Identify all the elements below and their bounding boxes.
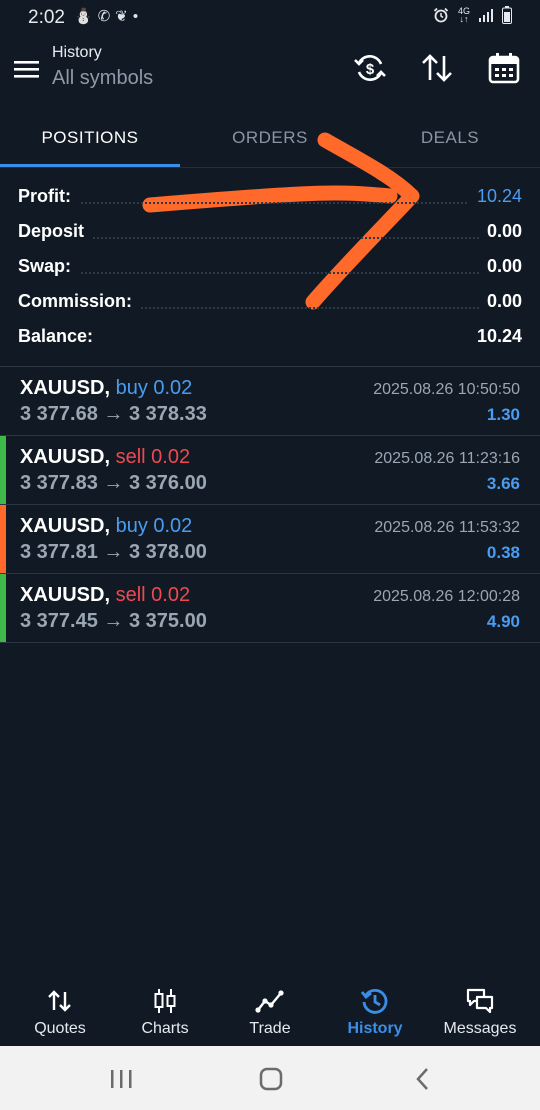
deal-prices: 3 377.81 → 3 378.00 xyxy=(20,541,207,563)
messages-icon xyxy=(466,988,494,1014)
deal-header: XAUUSD, sell 0.02 xyxy=(20,584,190,607)
summary-row-profit: Profit: 10.24 xyxy=(18,180,522,215)
table-row[interactable]: XAUUSD, buy 0.02 3 377.81 → 3 378.00 202… xyxy=(0,504,540,573)
notification-app-icon-2: ❦ xyxy=(115,8,133,25)
dotted-leader xyxy=(18,272,522,274)
commission-label: Commission: xyxy=(18,291,141,312)
back-icon[interactable] xyxy=(402,1064,442,1094)
quotes-icon xyxy=(48,990,71,1012)
deal-prices: 3 377.68 → 3 378.33 xyxy=(20,403,207,425)
nav-label: Messages xyxy=(443,1020,517,1037)
nav-label: Trade xyxy=(249,1020,291,1037)
deal-direction: sell 0.02 xyxy=(115,584,191,606)
summary-row-balance: Balance: 10.24 xyxy=(18,320,522,355)
notification-icons: ⛄✆❦• xyxy=(74,7,143,25)
nav-quotes[interactable]: Quotes xyxy=(6,980,114,1038)
svg-text:$: $ xyxy=(366,61,375,78)
swap-value: 0.00 xyxy=(478,256,522,277)
balance-label: Balance: xyxy=(18,326,102,347)
deal-symbol: XAUUSD, xyxy=(20,446,111,468)
nav-trade[interactable]: Trade xyxy=(216,980,324,1038)
row-marker xyxy=(0,574,6,642)
summary-row-commission: Commission: 0.00 xyxy=(18,285,522,320)
notification-app-icon: ⛄ xyxy=(74,8,98,25)
nav-label: History xyxy=(347,1020,403,1037)
tab-positions[interactable]: POSITIONS xyxy=(0,128,180,148)
deal-symbol: XAUUSD, xyxy=(20,584,111,606)
nav-history[interactable]: History xyxy=(321,980,429,1038)
nav-charts[interactable]: Charts xyxy=(111,980,219,1038)
deal-direction: buy 0.02 xyxy=(115,515,193,537)
menu-icon[interactable] xyxy=(12,56,42,82)
alarm-icon xyxy=(433,7,449,23)
battery-icon xyxy=(502,6,512,24)
deal-direction: sell 0.02 xyxy=(115,446,191,468)
top-app-bar: History All symbols $ xyxy=(0,34,540,116)
summary-row-swap: Swap: 0.00 xyxy=(18,250,522,285)
charts-icon xyxy=(154,989,176,1013)
profit-value: 10.24 xyxy=(468,186,522,207)
recent-apps-icon[interactable] xyxy=(101,1064,141,1094)
summary-panel: Profit: 10.24 Deposit 0.00 Swap: 0.00 Co… xyxy=(18,180,522,355)
history-tabs: POSITIONS ORDERS DEALS xyxy=(0,118,540,168)
commission-value: 0.00 xyxy=(478,291,522,312)
deal-header: XAUUSD, buy 0.02 xyxy=(20,515,192,538)
tab-orders[interactable]: ORDERS xyxy=(180,128,360,148)
deal-profit: 1.30 xyxy=(486,405,520,424)
title-block[interactable]: History All symbols xyxy=(52,44,153,90)
deal-time: 2025.08.26 10:50:50 xyxy=(373,381,520,398)
symbol-filter[interactable]: All symbols xyxy=(52,67,153,90)
nav-label: Quotes xyxy=(34,1020,86,1037)
deal-direction: buy 0.02 xyxy=(115,377,193,399)
deal-time: 2025.08.26 11:53:32 xyxy=(374,519,520,536)
tabs-divider xyxy=(0,167,540,168)
deal-profit: 0.38 xyxy=(486,543,520,562)
deal-prices: 3 377.83 → 3 376.00 xyxy=(20,472,207,494)
nav-label: Charts xyxy=(141,1020,189,1037)
deposit-value: 0.00 xyxy=(478,221,522,242)
deal-symbol: XAUUSD, xyxy=(20,515,111,537)
table-row[interactable]: XAUUSD, sell 0.02 3 377.83 → 3 376.00 20… xyxy=(0,435,540,504)
table-row[interactable]: XAUUSD, buy 0.02 3 377.68 → 3 378.33 202… xyxy=(0,366,540,435)
currency-sync-icon[interactable]: $ xyxy=(352,50,388,86)
balance-value: 10.24 xyxy=(468,326,522,347)
row-marker xyxy=(0,436,6,504)
row-marker xyxy=(0,505,6,573)
trade-icon xyxy=(255,990,284,1013)
nav-messages[interactable]: Messages xyxy=(426,980,534,1038)
dotted-leader xyxy=(18,237,522,239)
positions-list: XAUUSD, buy 0.02 3 377.68 → 3 378.33 202… xyxy=(0,366,540,643)
deal-profit: 4.90 xyxy=(486,612,520,631)
profit-label: Profit: xyxy=(18,186,79,207)
home-icon[interactable] xyxy=(251,1064,291,1094)
deal-prices: 3 377.45 → 3 375.00 xyxy=(20,610,207,632)
row-marker xyxy=(0,367,6,435)
page-title: History xyxy=(52,44,102,61)
sort-icon[interactable] xyxy=(419,50,455,86)
network-type: 4G ↓↑ xyxy=(458,7,470,24)
signal-icon xyxy=(479,9,493,22)
network-activity: ↓↑ xyxy=(459,14,469,24)
deal-header: XAUUSD, sell 0.02 xyxy=(20,446,190,469)
tab-deals[interactable]: DEALS xyxy=(360,128,540,148)
deal-time: 2025.08.26 12:00:28 xyxy=(373,588,520,605)
table-row[interactable]: XAUUSD, sell 0.02 3 377.45 → 3 375.00 20… xyxy=(0,573,540,643)
deal-profit: 3.66 xyxy=(486,474,520,493)
dotted-leader xyxy=(18,202,522,204)
deal-time: 2025.08.26 11:23:16 xyxy=(374,450,520,467)
swap-label: Swap: xyxy=(18,256,80,277)
deposit-label: Deposit xyxy=(18,221,93,242)
system-navigation-bar xyxy=(0,1046,540,1110)
calendar-icon[interactable] xyxy=(486,50,522,86)
status-right-icons: 4G ↓↑ xyxy=(433,6,512,24)
deal-symbol: XAUUSD, xyxy=(20,377,111,399)
bottom-navigation: Quotes Charts Trade History Messages xyxy=(0,980,540,1046)
whatsapp-icon: ✆ xyxy=(97,8,116,25)
status-bar: 2:02 ⛄✆❦• 4G ↓↑ xyxy=(0,0,540,34)
status-time: 2:02 xyxy=(28,7,65,28)
more-notifications-icon: • xyxy=(132,8,144,25)
deal-header: XAUUSD, buy 0.02 xyxy=(20,377,192,400)
history-icon xyxy=(360,988,388,1014)
summary-row-deposit: Deposit 0.00 xyxy=(18,215,522,250)
